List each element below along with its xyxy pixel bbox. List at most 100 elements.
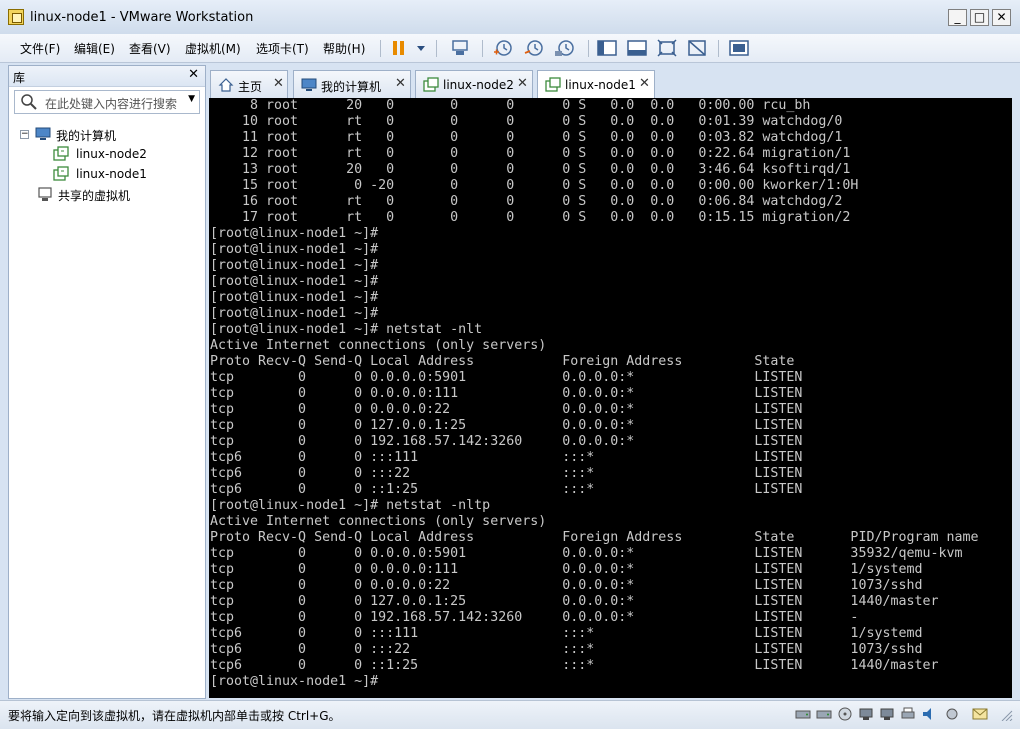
console-line: tcp6 0 0 ::1:25 :::* LISTEN: [210, 482, 803, 497]
console-line: tcp 0 0 127.0.0.1:25 0.0.0.0:* LISTEN 14…: [210, 594, 939, 609]
library-panel: 库 ✕ 在此处键入内容进行搜索 ▼ − 我的计算机 linux-node2 li…: [8, 65, 206, 699]
menu-toolbar: 文件(F) 编辑(E) 查看(V) 虚拟机(M) 选项卡(T) 帮助(H): [0, 34, 1020, 63]
toolbar-separator: [588, 40, 589, 57]
thumbnail-bar-icon[interactable]: [626, 38, 648, 58]
console-line: tcp6 0 0 :::111 :::* LISTEN: [210, 450, 803, 465]
tab-strip: 主页 ✕ 我的计算机 ✕ linux-node2 ✕ linux-node1 ✕: [210, 70, 1012, 98]
cd-dvd-icon[interactable]: [837, 707, 853, 721]
console-line: [root@linux-node1 ~]#: [210, 258, 379, 273]
collapse-icon[interactable]: −: [20, 130, 29, 139]
hard-disk-icon[interactable]: [795, 707, 811, 721]
console-line: Proto Recv-Q Send-Q Local Address Foreig…: [210, 354, 795, 369]
network-adapter-icon[interactable]: [858, 707, 874, 721]
sound-card-icon[interactable]: [921, 707, 937, 721]
search-placeholder: 在此处键入内容进行搜索: [45, 97, 178, 111]
close-icon[interactable]: ✕: [188, 67, 199, 82]
close-tab-icon[interactable]: ✕: [517, 76, 528, 91]
shared-vms-icon: [38, 187, 52, 201]
console-line: [root@linux-node1 ~]# netstat -nlt: [210, 322, 483, 337]
console-line: 10 root rt 0 0 0 0 S 0.0 0.0 0:01.39 wat…: [210, 114, 843, 129]
menu-vm[interactable]: 虚拟机(M): [185, 40, 241, 57]
console-line: 16 root rt 0 0 0 0 S 0.0 0.0 0:06.84 wat…: [210, 194, 843, 209]
console-line: tcp 0 0 192.168.57.142:3260 0.0.0.0:* LI…: [210, 610, 859, 625]
close-tab-icon[interactable]: ✕: [395, 76, 406, 91]
console-line: 15 root 0 -20 0 0 0 S 0.0 0.0 0:00.00 kw…: [210, 178, 859, 193]
toolbar-separator: [436, 40, 437, 57]
console-line: [root@linux-node1 ~]#: [210, 674, 379, 689]
menu-tabs[interactable]: 选项卡(T): [256, 40, 309, 57]
show-library-icon[interactable]: [596, 38, 618, 58]
usb-controller-icon[interactable]: [944, 707, 960, 721]
console-line: tcp 0 0 0.0.0.0:5901 0.0.0.0:* LISTEN: [210, 370, 803, 385]
menu-view[interactable]: 查看(V): [129, 40, 171, 57]
tab-my-computer[interactable]: 我的计算机 ✕: [293, 70, 411, 98]
vmware-app-icon: [8, 9, 24, 25]
console-line: tcp 0 0 0.0.0.0:22 0.0.0.0:* LISTEN: [210, 402, 803, 417]
search-icon: [21, 94, 37, 110]
menu-file[interactable]: 文件(F): [20, 40, 60, 57]
menu-help[interactable]: 帮助(H): [323, 40, 365, 57]
tree-item-my-computer[interactable]: − 我的计算机: [20, 126, 201, 144]
tree-item-linux-node1[interactable]: linux-node1: [53, 166, 203, 184]
status-bar: 要将输入定向到该虚拟机，请在虚拟机内部单击或按 Ctrl+G。: [0, 700, 1020, 729]
tab-label: linux-node1: [565, 78, 636, 92]
console-line: 8 root 20 0 0 0 0 S 0.0 0.0 0:00.00 rcu_…: [210, 98, 811, 113]
console-line: tcp 0 0 0.0.0.0:5901 0.0.0.0:* LISTEN 35…: [210, 546, 963, 561]
full-screen-icon[interactable]: [656, 38, 678, 58]
tree-item-linux-node2[interactable]: linux-node2: [53, 146, 203, 164]
pause-icon[interactable]: [388, 38, 410, 58]
vm-icon: [53, 146, 69, 161]
console-view-icon[interactable]: [728, 38, 750, 58]
console-line: tcp6 0 0 :::22 :::* LISTEN: [210, 466, 803, 481]
status-message: 要将输入定向到该虚拟机，请在虚拟机内部单击或按 Ctrl+G。: [8, 709, 341, 723]
menu-edit[interactable]: 编辑(E): [74, 40, 115, 57]
console-line: 17 root rt 0 0 0 0 S 0.0 0.0 0:15.15 mig…: [210, 210, 851, 225]
console-line: tcp 0 0 127.0.0.1:25 0.0.0.0:* LISTEN: [210, 418, 803, 433]
computer-icon: [35, 127, 51, 140]
minimize-button[interactable]: _: [948, 9, 967, 26]
hard-disk-icon[interactable]: [816, 707, 832, 721]
window-title: linux-node1 - VMware Workstation: [30, 10, 254, 25]
console-line: [root@linux-node1 ~]#: [210, 242, 379, 257]
toolbar-separator: [380, 40, 381, 57]
library-search-input[interactable]: 在此处键入内容进行搜索 ▼: [14, 90, 200, 114]
revert-snapshot-icon[interactable]: [523, 38, 545, 58]
vm-icon: [423, 77, 439, 92]
console-line: tcp 0 0 0.0.0.0:111 0.0.0.0:* LISTEN 1/s…: [210, 562, 923, 577]
network-adapter-icon[interactable]: [879, 707, 895, 721]
tab-linux-node1[interactable]: linux-node1 ✕: [537, 70, 655, 98]
printer-icon[interactable]: [900, 707, 916, 721]
computer-icon: [301, 78, 317, 91]
console-line: [root@linux-node1 ~]#: [210, 290, 379, 305]
tab-linux-node2[interactable]: linux-node2 ✕: [415, 70, 533, 98]
snapshot-manager-icon[interactable]: [554, 38, 576, 58]
power-dropdown-icon[interactable]: [410, 38, 425, 58]
chevron-down-icon[interactable]: ▼: [188, 94, 195, 104]
tree-label: 我的计算机: [56, 129, 117, 143]
console-line: tcp 0 0 0.0.0.0:22 0.0.0.0:* LISTEN 1073…: [210, 578, 923, 593]
tree-label: 共享的虚拟机: [58, 189, 131, 203]
vm-icon: [53, 166, 69, 181]
console-line: tcp6 0 0 ::1:25 :::* LISTEN 1440/master: [210, 658, 939, 673]
vm-console[interactable]: 8 root 20 0 0 0 0 S 0.0 0.0 0:00.00 rcu_…: [209, 98, 1012, 698]
toolbar-separator: [482, 40, 483, 57]
close-window-button[interactable]: ✕: [992, 9, 1011, 26]
resize-grip-icon[interactable]: [998, 707, 1014, 721]
tab-home[interactable]: 主页 ✕: [210, 70, 288, 98]
close-tab-icon[interactable]: ✕: [273, 76, 284, 91]
console-line: Active Internet connections (only server…: [210, 514, 547, 529]
maximize-button[interactable]: □: [970, 9, 989, 26]
toolbar-separator: [718, 40, 719, 57]
unity-mode-icon[interactable]: [686, 38, 708, 58]
send-ctrl-alt-del-icon[interactable]: [449, 38, 471, 58]
home-icon: [218, 78, 234, 92]
library-title: 库: [13, 71, 26, 85]
tree-label: linux-node1: [76, 167, 147, 181]
tree-item-shared-vms[interactable]: 共享的虚拟机: [37, 186, 202, 204]
message-icon[interactable]: [972, 707, 988, 721]
tab-label: linux-node2: [443, 78, 514, 92]
snapshot-icon[interactable]: [492, 38, 514, 58]
close-tab-icon[interactable]: ✕: [639, 76, 650, 91]
tab-label: 主页: [238, 80, 263, 94]
console-line: 11 root rt 0 0 0 0 S 0.0 0.0 0:03.82 wat…: [210, 130, 843, 145]
